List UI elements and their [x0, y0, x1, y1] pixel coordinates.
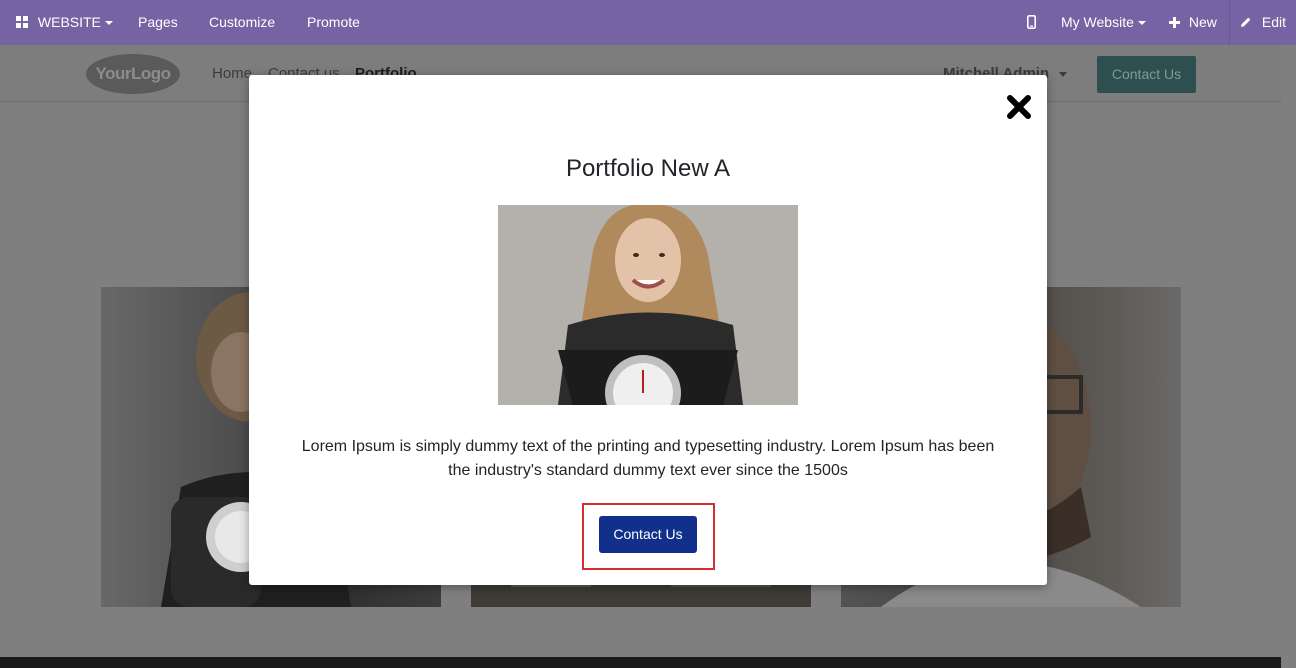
- header-contact-button[interactable]: Contact Us: [1097, 56, 1196, 93]
- portfolio-modal: Portfolio New A Lorem Ipsum is simply du…: [249, 75, 1047, 585]
- pages-menu[interactable]: Pages: [138, 0, 178, 45]
- woman-holding-scale-photo: [498, 205, 798, 405]
- close-x-icon: [1007, 95, 1031, 119]
- mobile-phone-icon: [1027, 15, 1037, 29]
- edit-button[interactable]: Edit: [1229, 0, 1296, 45]
- pencil-icon: [1241, 17, 1251, 27]
- edit-button-label: Edit: [1261, 14, 1287, 30]
- website-admin-bar: WEBSITE Pages Customize Promote My Websi…: [0, 0, 1296, 45]
- modal-title: Portfolio New A: [565, 155, 731, 182]
- plus-icon: [1169, 17, 1180, 28]
- customize-menu[interactable]: Customize: [209, 0, 275, 45]
- website-selector-label: My Website: [1061, 14, 1146, 30]
- site-footer: [0, 657, 1281, 668]
- modal-description: Lorem Ipsum is simply dummy text of the …: [301, 438, 995, 479]
- website-selector[interactable]: My Website: [1061, 0, 1146, 45]
- nav-item-home[interactable]: Home: [212, 65, 252, 82]
- contact-us-button[interactable]: Contact Us: [599, 516, 697, 553]
- chevron-down-icon: [1059, 71, 1068, 77]
- site-logo[interactable]: YourLogo: [86, 54, 180, 94]
- mobile-preview-button[interactable]: [1027, 0, 1037, 45]
- portfolio-image: [498, 205, 798, 405]
- apps-grid-icon: [16, 16, 28, 28]
- website-menu[interactable]: WEBSITE: [16, 0, 113, 45]
- promote-menu[interactable]: Promote: [307, 0, 360, 45]
- close-button[interactable]: [1006, 93, 1032, 121]
- new-button-label: New: [1188, 14, 1217, 30]
- website-menu-label: WEBSITE: [38, 14, 113, 30]
- new-button[interactable]: New: [1169, 0, 1217, 45]
